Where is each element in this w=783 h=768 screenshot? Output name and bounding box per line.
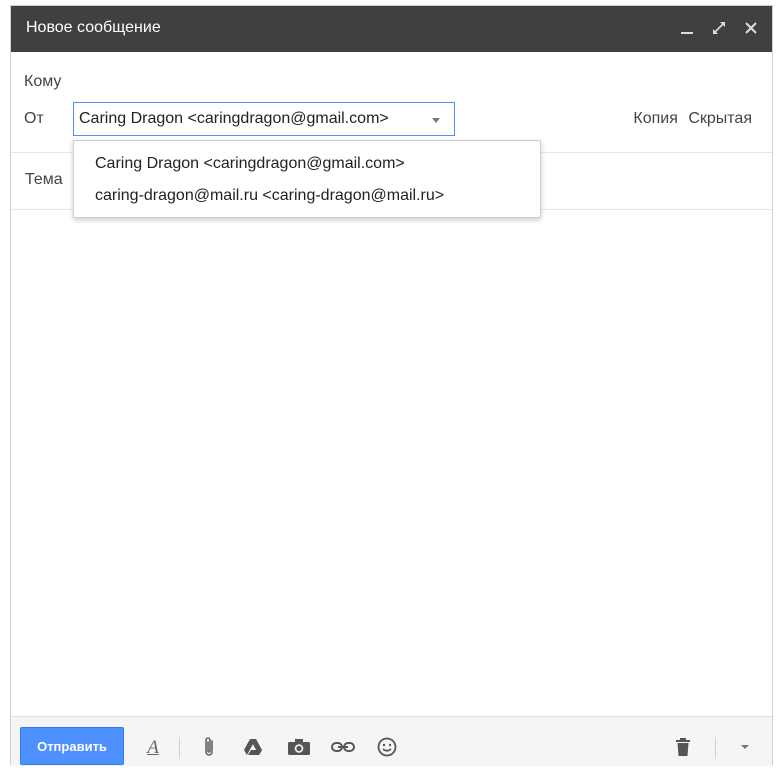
drive-icon [244, 739, 262, 755]
send-button[interactable]: Отправить [20, 727, 124, 765]
toolbar-separator [179, 737, 180, 759]
to-label[interactable]: Кому [24, 73, 61, 91]
emoji-icon [377, 737, 397, 757]
from-option[interactable]: caring-dragon@mail.ru <caring-dragon@mai… [95, 187, 444, 205]
chevron-down-icon [432, 118, 440, 123]
message-body[interactable] [11, 210, 772, 714]
cc-link[interactable]: Копия [633, 110, 677, 127]
more-options-button[interactable] [733, 735, 757, 759]
compose-window: Новое сообщение Кому От Caring Dragon <c… [10, 5, 773, 766]
format-text-icon: A [147, 736, 159, 758]
photo-button[interactable] [287, 735, 311, 759]
compose-toolbar: Отправить A [11, 716, 772, 766]
close-button[interactable] [737, 14, 765, 42]
format-text-button[interactable]: A [141, 735, 165, 759]
compose-titlebar[interactable]: Новое сообщение [11, 6, 772, 52]
drive-button[interactable] [241, 735, 265, 759]
attach-button[interactable] [197, 735, 221, 759]
link-button[interactable] [331, 735, 355, 759]
trash-icon [676, 738, 690, 756]
from-select-value: Caring Dragon <caringdragon@gmail.com> [79, 110, 389, 127]
photo-icon [288, 739, 310, 755]
from-dropdown-menu: Caring Dragon <caringdragon@gmail.com> c… [73, 140, 541, 218]
link-icon [331, 742, 355, 752]
discard-button[interactable] [671, 735, 695, 759]
expand-button[interactable] [705, 14, 733, 42]
expand-icon [713, 22, 725, 34]
cc-bcc-links: Копия Скрытая [627, 110, 752, 128]
from-option[interactable]: Caring Dragon <caringdragon@gmail.com> [95, 155, 405, 173]
bcc-link[interactable]: Скрытая [688, 110, 752, 127]
emoji-button[interactable] [375, 735, 399, 759]
from-label: От [24, 110, 44, 127]
minimize-button[interactable] [673, 14, 701, 42]
subject-field[interactable]: Тема [25, 171, 63, 189]
attach-icon [205, 737, 213, 756]
minimize-icon [681, 32, 693, 34]
close-icon [745, 22, 757, 34]
more-options-icon [741, 745, 749, 749]
compose-title: Новое сообщение [26, 19, 161, 36]
from-select[interactable]: Caring Dragon <caringdragon@gmail.com> [73, 102, 455, 136]
toolbar-separator [715, 737, 716, 759]
